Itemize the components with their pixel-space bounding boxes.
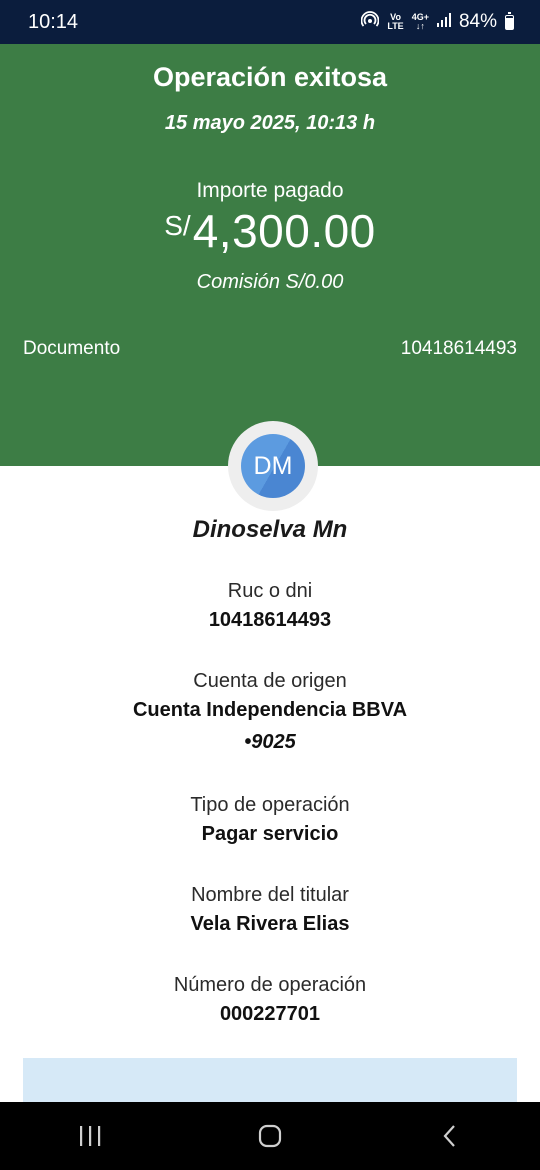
account-number: •9025 (244, 731, 296, 753)
holder-field: Nombre del titular Vela Rivera Elias (0, 882, 540, 940)
back-icon (443, 1125, 455, 1147)
system-nav-bar (0, 1102, 540, 1170)
status-icons: Vo LTE 4G+ ↓↑ 84% (361, 11, 514, 33)
operation-type-field: Tipo de operación Pagar servicio (0, 792, 540, 850)
info-box (23, 1058, 517, 1102)
avatar-ring: DM (228, 421, 318, 511)
amount-label: Importe pagado (196, 179, 344, 202)
commission: Comisión S/0.00 (196, 271, 344, 293)
document-label: Documento (23, 338, 121, 359)
document-row: Documento 10418614493 (23, 338, 517, 360)
status-bar: 10:14 Vo LTE 4G+ ↓↑ 84% (0, 0, 540, 44)
document-value: 10418614493 (400, 338, 517, 359)
account-label: Cuenta de origen (193, 670, 347, 692)
holder-value: Vela Rivera Elias (190, 913, 350, 935)
signal-icon (436, 11, 451, 33)
recent-apps-icon (80, 1126, 101, 1146)
page-title: Operación exitosa (152, 62, 388, 92)
operation-type-value: Pagar servicio (201, 823, 339, 845)
volte-icon: Vo LTE (387, 12, 404, 31)
amount-value: 4,300.00 (192, 205, 376, 257)
network-label: 4G+ (411, 12, 429, 22)
ruc-label: Ruc o dni (227, 580, 313, 602)
operation-number-value: 000227701 (219, 1003, 321, 1025)
account-field: Cuenta de origen Cuenta Independencia BB… (0, 668, 540, 758)
operation-number-label: Número de operación (173, 974, 367, 996)
ruc-field: Ruc o dni 10418614493 (0, 578, 540, 636)
status-time: 10:14 (28, 10, 79, 33)
back-button[interactable] (420, 1116, 480, 1156)
currency-symbol: S/ (164, 210, 191, 241)
home-button[interactable] (240, 1116, 300, 1156)
operation-datetime: 15 mayo 2025, 10:13 h (164, 112, 376, 134)
account-name: Cuenta Independencia BBVA (132, 699, 408, 721)
ruc-value: 10418614493 (208, 609, 332, 631)
holder-label: Nombre del titular (191, 884, 349, 906)
home-icon (258, 1124, 282, 1148)
amount-display: S/ 4,300.00 (0, 204, 540, 258)
battery-icon (505, 11, 514, 30)
recent-apps-button[interactable] (60, 1116, 120, 1156)
network-4g-icon: 4G+ ↓↑ (411, 12, 429, 31)
hotspot-icon (361, 11, 380, 33)
battery-percent: 84% (458, 11, 497, 32)
payee-name: Dinoselva Mn (192, 516, 348, 543)
operation-number-field: Número de operación 000227701 (0, 972, 540, 1030)
operation-type-label: Tipo de operación (190, 794, 350, 816)
success-header: Operación exitosa 15 mayo 2025, 10:13 h … (0, 44, 540, 466)
avatar: DM (241, 434, 305, 498)
